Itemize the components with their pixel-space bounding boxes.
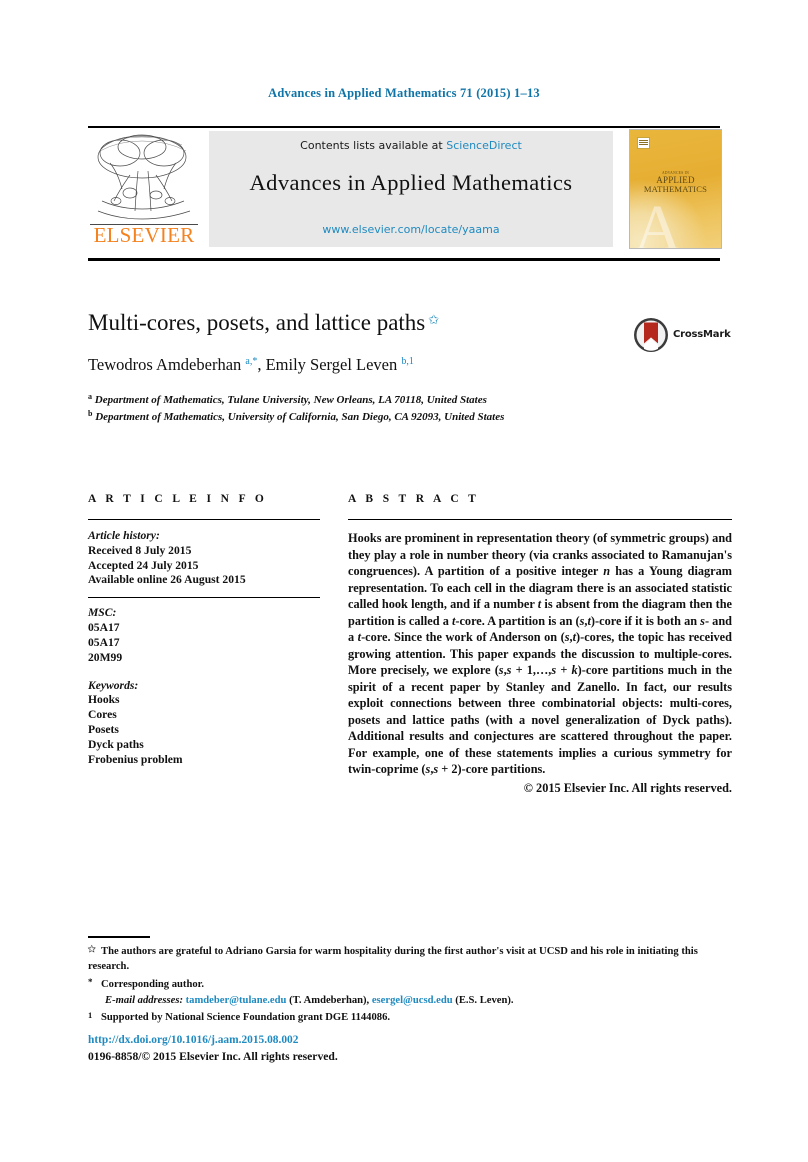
footnote-mark-asterisk: * [88,976,93,987]
article-info-rule [88,519,320,520]
msc-code-1: 05A17 [88,621,120,635]
msc-label: MSC: [88,606,117,620]
keyword-4: Dyck paths [88,737,144,751]
affiliation-a: a Department of Mathematics, Tulane Univ… [88,392,648,408]
affiliation-a-text: Department of Mathematics, Tulane Univer… [94,394,487,406]
article-history-block: Article history: Received 8 July 2015 Ac… [88,529,320,588]
history-online: Available online 26 August 2015 [88,573,246,587]
keywords-label: Keywords: [88,678,139,692]
footnotes: ✩ The authors are grateful to Adriano Gar… [88,943,734,1026]
footnote-corresponding-author-text: Corresponding author. [101,978,205,990]
journal-title: Advances in Applied Mathematics [249,170,573,195]
history-accepted: Accepted 24 July 2015 [88,558,199,572]
contents-prefix: Contents lists available at [300,139,447,152]
cover-title-line3: MATHEMATICS [643,184,708,195]
keyword-1: Hooks [88,693,120,707]
title-footnote-mark: ✩ [428,312,440,327]
cover-watermark-letter: A [634,192,682,249]
msc-code-3: 20M99 [88,650,123,664]
article-info-heading: A R T I C L E I N F O [88,493,268,505]
affiliation-a-mark: a [88,392,92,401]
running-head: Advances in Applied Mathematics 71 (2015… [268,86,540,100]
elsevier-tree-icon [97,134,191,220]
journal-cover-thumbnail: A ADVANCES IN APPLIED MATHEMATICS [629,129,722,249]
footnote-funding-text: Supported by National Science Foundation… [101,1012,391,1023]
cover-title: ADVANCES IN APPLIED MATHEMATICS [630,171,721,195]
journal-homepage-link[interactable]: www.elsevier.com/locate/yaama [209,223,613,236]
footnote-emails[interactable]: E-mail addresses: tamdeber@tulane.edu (T… [88,993,734,1008]
cover-publisher-mark-icon [637,137,650,149]
sciencedirect-link[interactable]: ScienceDirect [446,139,522,152]
masthead-top-rule [88,126,720,128]
abstract-column: A B S T R A C T Hooks are prominent in r… [348,493,732,796]
abstract-body: Hooks are prominent in representation th… [348,531,733,777]
elsevier-logo: ELSEVIER [88,131,202,247]
page-title: Multi-cores, posets, and lattice paths ✩ [88,309,608,337]
history-received: Received 8 July 2015 [88,543,192,557]
footnote-mark-one: 1 [88,1010,93,1020]
author-list: Tewodros Amdeberhan a,*, Emily Sergel Le… [88,355,414,374]
footnote-corresponding-author: * Corresponding author. [88,976,734,992]
msc-code-2: 05A17 [88,635,120,649]
footnote-funding: 1 Supported by National Science Foundatio… [88,1009,734,1025]
keyword-5: Frobenius problem [88,752,183,766]
article-title-text: Multi-cores, posets, and lattice paths [88,310,426,335]
article-info-separator [88,597,320,599]
article-info-column: A R T I C L E I N F O Article history: R… [88,493,320,768]
issn-copyright-line: 0196-8858/© 2015 Elsevier Inc. All right… [88,1050,338,1063]
article-page: Advances in Applied Mathematics 71 (2015… [0,0,808,1162]
keyword-3: Posets [88,723,119,737]
doi-link[interactable]: http://dx.doi.org/10.1016/j.aam.2015.08.… [88,1034,298,1046]
elsevier-wordmark: ELSEVIER [93,223,195,247]
crossmark-icon [634,318,668,352]
footnote-acknowledgement-text: The authors are grateful to Adriano Gars… [88,946,698,973]
abstract-copyright: © 2015 Elsevier Inc. All rights reserved… [523,780,732,795]
msc-block: MSC: 05A17 05A17 20M99 [88,606,320,665]
footnote-mark-star: ✩ [88,944,96,954]
affiliation-b: b Department of Mathematics, University … [88,409,648,425]
keyword-2: Cores [88,708,117,722]
masthead-bottom-rule [88,258,720,261]
abstract-rule [348,519,732,520]
affiliations: a Department of Mathematics, Tulane Univ… [88,392,648,425]
article-history-label: Article history: [88,529,160,542]
masthead-band: Contents lists available at ScienceDirec… [209,131,613,247]
keywords-block: Keywords: Hooks Cores Posets Dyck paths … [88,679,320,768]
footnote-rule [88,936,150,938]
crossmark-badge[interactable]: CrossMark [633,317,733,355]
abstract-heading: A B S T R A C T [348,493,480,505]
crossmark-label: CrossMark [673,329,731,340]
contents-list-line: Contents lists available at ScienceDirec… [209,139,613,152]
affiliation-b-text: Department of Mathematics, University of… [95,410,505,423]
footnote-acknowledgement: ✩ The authors are grateful to Adriano Gar… [88,943,734,975]
affiliation-b-mark: b [88,408,93,418]
